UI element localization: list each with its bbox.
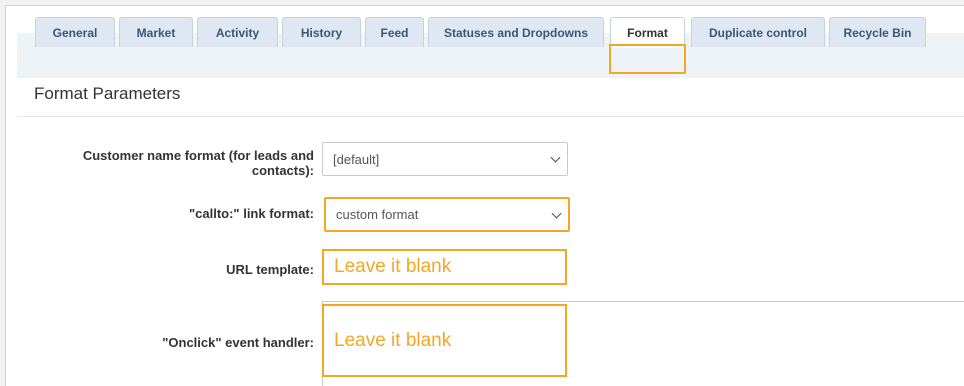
chevron-down-icon [551, 208, 562, 219]
tab-market[interactable]: Market [119, 17, 193, 47]
tab-feed[interactable]: Feed [365, 17, 424, 47]
tab-history[interactable]: History [282, 17, 361, 47]
tab-statuses-and-dropdowns[interactable]: Statuses and Dropdowns [428, 17, 604, 47]
divider [17, 116, 964, 117]
callto-link-format-select[interactable]: custom format [324, 197, 570, 232]
url-template-annotation: Leave it blank [334, 256, 452, 277]
tab-activity[interactable]: Activity [197, 17, 278, 47]
customer-name-format-value: [default] [333, 151, 380, 167]
tab-duplicate-control[interactable]: Duplicate control [691, 17, 825, 47]
url-template-label: URL template: [226, 262, 314, 277]
section-title: Format Parameters [34, 84, 181, 103]
tab-recycle-bin[interactable]: Recycle Bin [829, 17, 926, 47]
tab-format[interactable]: Format [610, 17, 685, 48]
url-template-input[interactable]: Leave it blank [322, 249, 567, 285]
onclick-handler-label: "Onclick" event handler: [162, 335, 314, 350]
customer-name-format-select[interactable]: [default] [322, 142, 568, 176]
settings-window: General Market Activity History Feed Sta… [5, 5, 964, 386]
onclick-handler-annotation: Leave it blank [334, 329, 452, 351]
onclick-handler-annotation-box: Leave it blank [322, 304, 567, 377]
callto-link-format-value: custom format [336, 207, 419, 222]
chevron-down-icon [550, 152, 561, 163]
callto-link-format-label: "callto:" link format: [188, 206, 314, 221]
tab-general[interactable]: General [35, 17, 115, 47]
customer-name-format-label: Customer name format (for leads and cont… [82, 148, 314, 178]
